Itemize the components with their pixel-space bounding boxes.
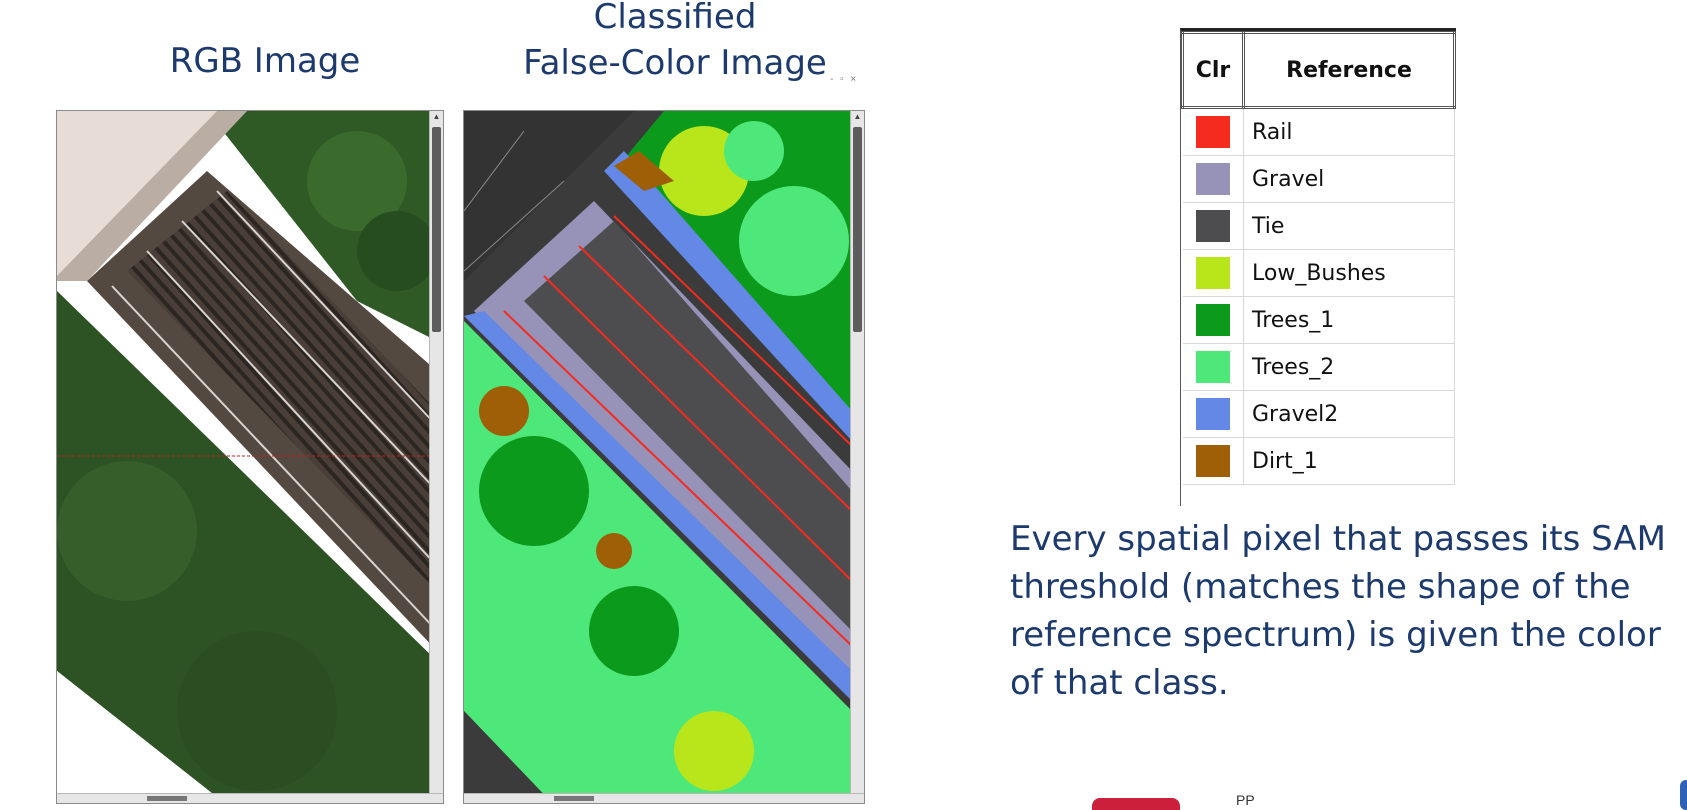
classified-heading-line1: Classified: [593, 0, 757, 37]
trees-1-color-swatch: [1195, 304, 1230, 336]
legend-reference-header[interactable]: Reference: [1242, 31, 1456, 109]
legend-row-dirt-1[interactable]: Dirt_1: [1182, 437, 1455, 485]
legend-row-label: Dirt_1: [1243, 437, 1455, 485]
legend-row-label: Gravel: [1243, 155, 1455, 203]
rgb-vertical-scrollbar[interactable]: ▲: [429, 111, 443, 803]
rgb-scroll-thumb[interactable]: [432, 127, 441, 332]
rail-color-swatch: [1195, 116, 1230, 148]
sam-classification-caption: Every spatial pixel that passes its SAM …: [1010, 519, 1666, 703]
panel-window-controls[interactable]: - ▫ ×: [830, 74, 858, 85]
legend-row-trees-1[interactable]: Trees_1: [1182, 296, 1455, 344]
tie-color-swatch: [1195, 210, 1230, 242]
legend-row-low-bushes[interactable]: Low_Bushes: [1182, 249, 1455, 297]
scroll-up-arrow-icon[interactable]: ▲: [852, 111, 863, 123]
partial-bottom-text: PP: [1236, 792, 1255, 808]
legend-color-header[interactable]: Clr: [1181, 31, 1245, 109]
legend-row-label: Trees_2: [1243, 343, 1455, 391]
classified-vertical-scrollbar[interactable]: ▲: [850, 111, 864, 803]
low-bushes-color-swatch: [1195, 257, 1230, 289]
classified-image-heading: Classified False-Color Image: [505, 0, 845, 86]
trees-2-color-swatch: [1195, 351, 1230, 383]
rgb-image-heading: RGB Image: [169, 41, 361, 81]
legend-row-trees-2[interactable]: Trees_2: [1182, 343, 1455, 391]
legend-row-label: Low_Bushes: [1243, 249, 1455, 297]
classified-horizontal-scrollbar[interactable]: [464, 793, 864, 803]
legend-row-label: Rail: [1243, 107, 1455, 156]
dirt-1-color-swatch: [1195, 445, 1230, 477]
legend-row-tie[interactable]: Tie: [1182, 202, 1455, 250]
legend-row-gravel[interactable]: Gravel: [1182, 155, 1455, 203]
gravel-color-swatch: [1195, 163, 1230, 195]
scroll-up-arrow-icon[interactable]: ▲: [431, 111, 442, 123]
classified-heading-line2: False-Color Image: [523, 43, 827, 83]
partial-blue-icon[interactable]: [1680, 780, 1687, 810]
legend-row-label: Trees_1: [1243, 296, 1455, 344]
classified-image-viewer[interactable]: ▲: [463, 110, 865, 804]
legend-row-gravel2[interactable]: Gravel2: [1182, 390, 1455, 438]
legend-row-rail[interactable]: Rail: [1182, 107, 1455, 156]
classified-false-color-image: [464, 111, 864, 803]
gravel2-color-swatch: [1195, 398, 1230, 430]
legend-row-label: Tie: [1243, 202, 1455, 250]
rgb-horizontal-scrollbar[interactable]: [57, 793, 443, 803]
legend-row-label: Gravel2: [1243, 390, 1455, 438]
class-legend-table: Clr Reference Rail Gravel Tie Low_Bushes: [1180, 28, 1456, 506]
legend-header-row: Clr Reference: [1181, 31, 1456, 109]
partial-red-button[interactable]: [1092, 798, 1180, 810]
rgb-aerial-image: [57, 111, 443, 803]
classified-scroll-thumb[interactable]: [853, 127, 862, 332]
rgb-image-viewer[interactable]: ▲: [56, 110, 444, 804]
